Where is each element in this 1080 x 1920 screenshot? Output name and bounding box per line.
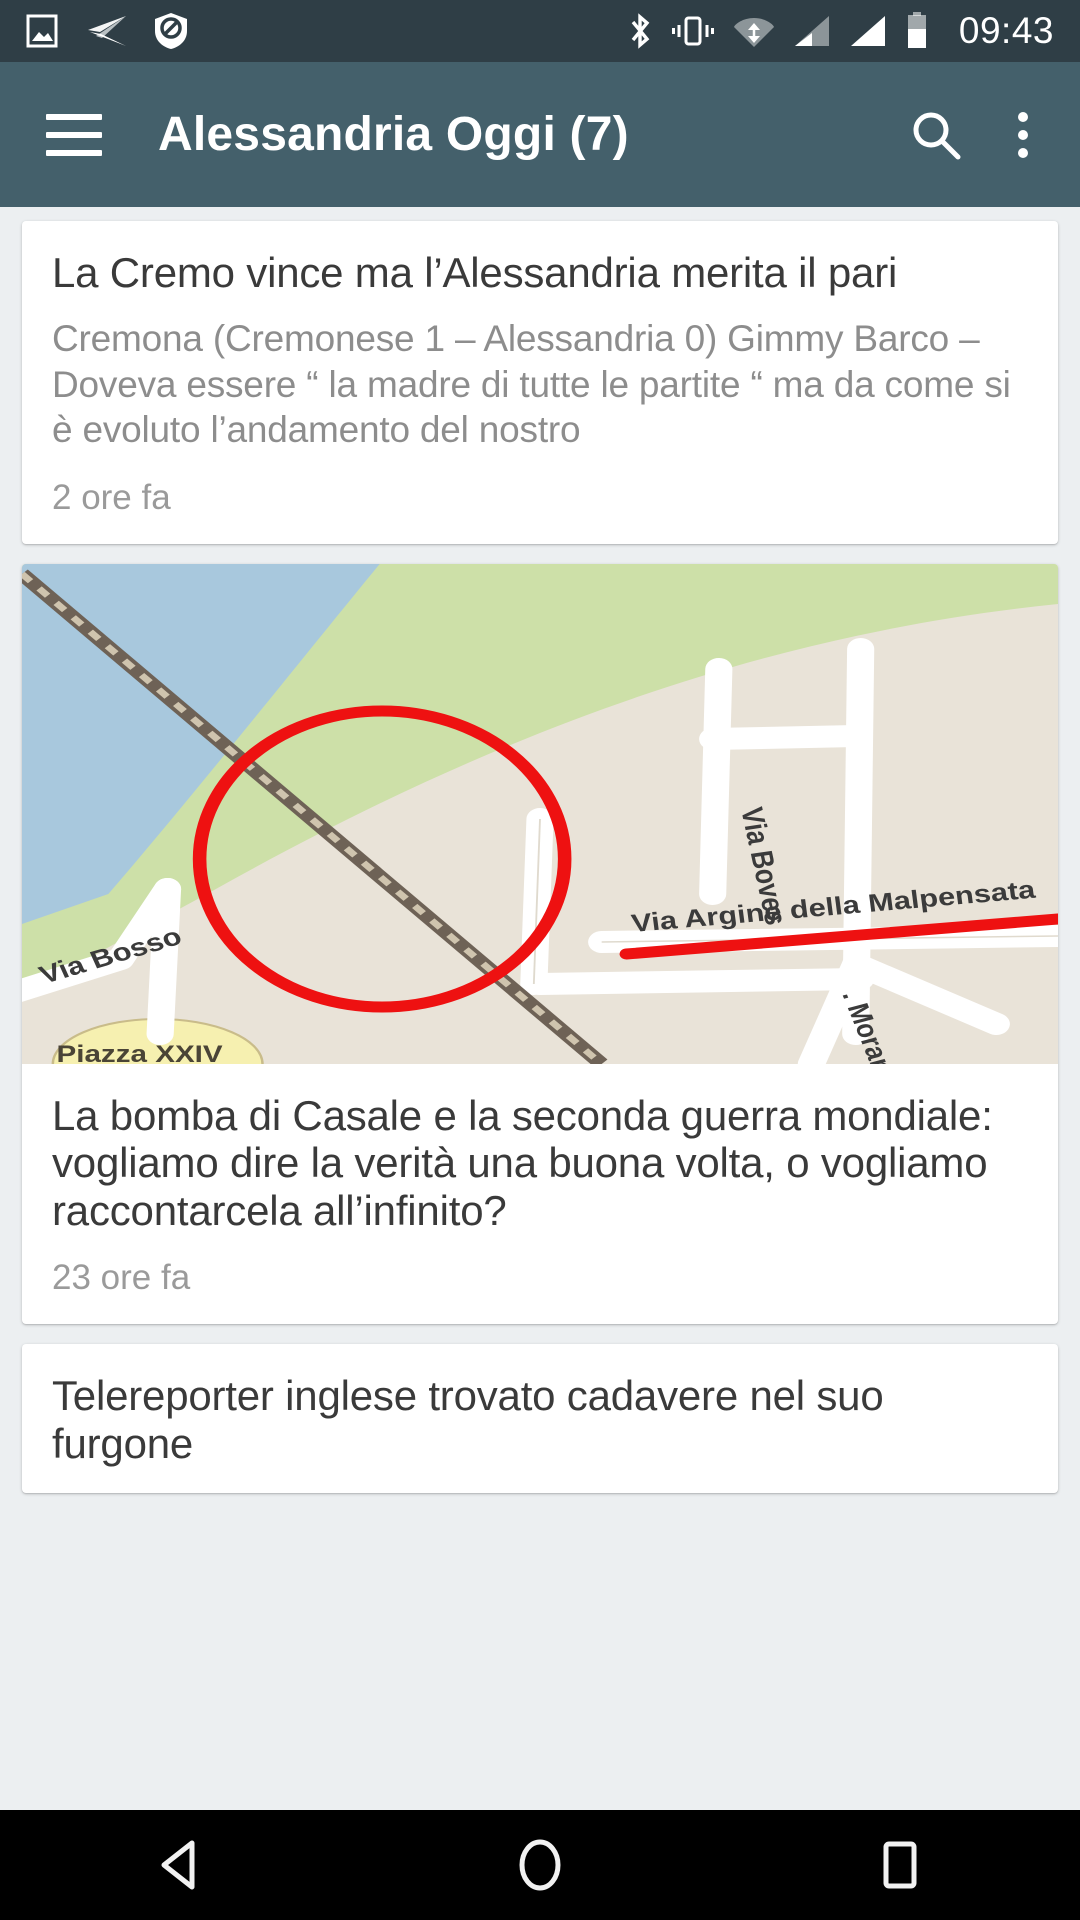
android-navigation-bar [0, 1810, 1080, 1920]
article-title: La bomba di Casale e la seconda guerra m… [52, 1091, 993, 1234]
page-title: Alessandria Oggi (7) [158, 108, 629, 161]
list-item[interactable]: Telereporter inglese trovato cadavere ne… [22, 1344, 1058, 1494]
overflow-menu-icon[interactable] [1012, 106, 1034, 164]
recents-button[interactable] [810, 1810, 990, 1920]
list-item[interactable]: Via Bosso Via Boves Via Argine della Mal… [22, 563, 1058, 1325]
home-button[interactable] [450, 1810, 630, 1920]
hamburger-menu-icon[interactable] [46, 113, 102, 156]
map-label-piazza: Piazza XXIV [57, 1040, 223, 1063]
screenshot-icon [26, 14, 58, 48]
article-timestamp: 23 ore fa [52, 1258, 191, 1298]
vibrate-icon [671, 14, 715, 48]
telegram-icon [84, 14, 128, 48]
shield-block-icon [154, 12, 188, 50]
bluetooth-icon [627, 12, 653, 50]
card-body: La bomba di Casale e la seconda guerra m… [22, 1064, 1058, 1324]
app-bar: Alessandria Oggi (7) [0, 62, 1080, 207]
article-title: Telereporter inglese trovato cadavere ne… [52, 1372, 884, 1467]
article-snippet: Cremona (Cremonese 1 – Alessandria 0) Gi… [52, 318, 1011, 450]
signal-sim1-icon [793, 14, 831, 48]
wifi-icon [733, 14, 775, 48]
search-icon[interactable] [908, 107, 964, 163]
article-feed[interactable]: La Cremo vince ma l’Alessandria merita i… [0, 207, 1080, 1920]
status-bar-right-icons: 09:43 [627, 10, 1054, 52]
app-bar-actions [908, 106, 1034, 164]
recents-icon [883, 1841, 917, 1889]
map-thumbnail[interactable]: Via Bosso Via Boves Via Argine della Mal… [22, 563, 1058, 1064]
status-bar-clock: 09:43 [958, 10, 1054, 51]
home-icon [519, 1839, 561, 1891]
back-button[interactable] [90, 1810, 270, 1920]
list-item[interactable]: La Cremo vince ma l’Alessandria merita i… [22, 221, 1058, 544]
article-title: La Cremo vince ma l’Alessandria merita i… [52, 249, 898, 296]
status-bar: 09:43 [0, 0, 1080, 62]
card-body: La Cremo vince ma l’Alessandria merita i… [22, 221, 1058, 544]
back-icon [161, 1840, 195, 1890]
card-body: Telereporter inglese trovato cadavere ne… [22, 1344, 1058, 1493]
battery-icon [905, 12, 929, 50]
article-timestamp: 2 ore fa [52, 477, 171, 517]
signal-sim2-icon [849, 14, 887, 48]
status-bar-left-icons [26, 12, 188, 50]
